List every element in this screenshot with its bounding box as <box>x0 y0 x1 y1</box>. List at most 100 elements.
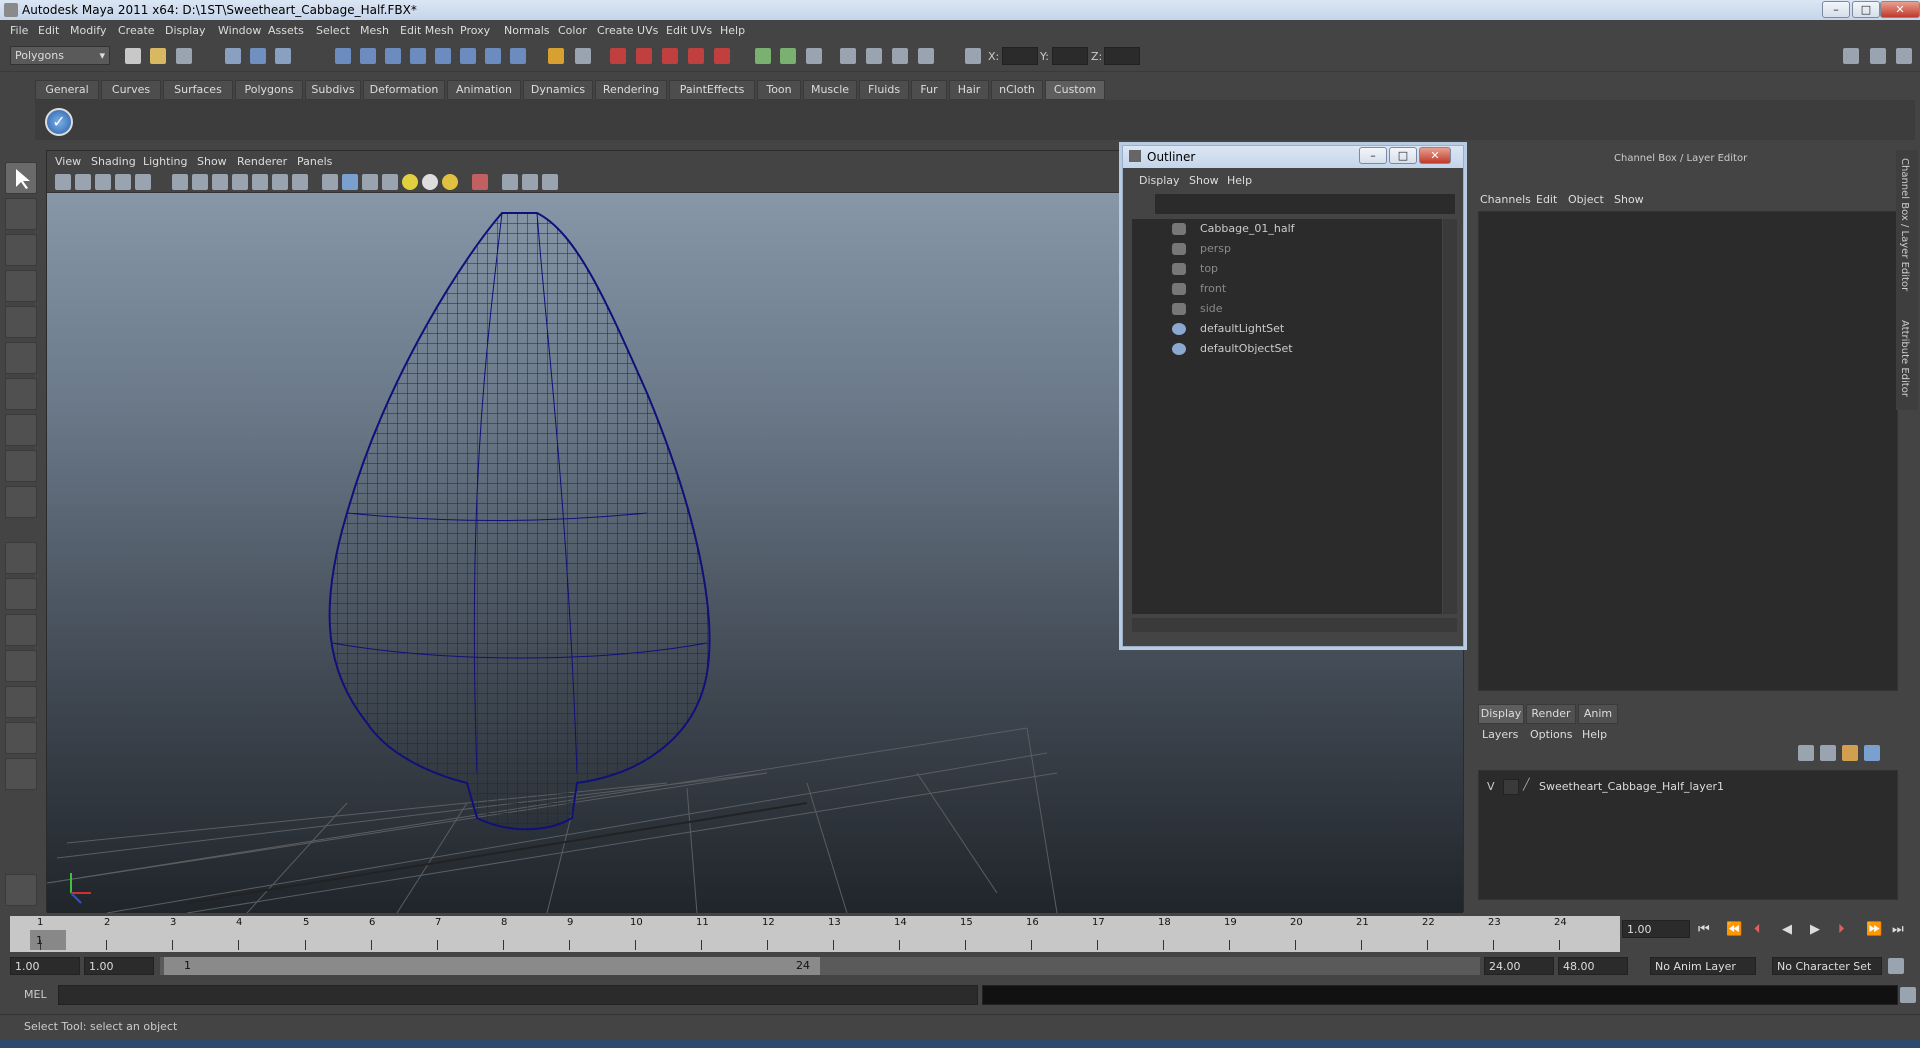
animation-start-input[interactable]: 1.00 <box>10 957 80 975</box>
layer-menu-options[interactable]: Options <box>1530 728 1572 741</box>
menu-create-uvs[interactable]: Create UVs <box>597 24 658 37</box>
menu-edit-uvs[interactable]: Edit UVs <box>666 24 712 37</box>
menu-file[interactable]: File <box>10 24 28 37</box>
mask-curves-icon[interactable] <box>385 48 401 64</box>
outliner-menu-help[interactable]: Help <box>1227 174 1252 187</box>
layer-list[interactable]: V ╱ Sweetheart_Cabbage_Half_layer1 <box>1478 770 1898 900</box>
playback-end-input[interactable]: 24.00 <box>1484 957 1554 975</box>
layer-color-swatch[interactable]: ╱ <box>1523 778 1530 791</box>
range-bar-handle[interactable]: 1 24 <box>164 957 820 975</box>
anim-layer-dropdown[interactable]: No Anim Layer <box>1650 957 1756 975</box>
mask-rendering-icon[interactable] <box>485 48 501 64</box>
move-layer-up-icon[interactable] <box>1798 745 1814 761</box>
shelf-tab-hair[interactable]: Hair <box>949 80 989 100</box>
scale-tool-icon[interactable] <box>5 342 37 374</box>
mask-joints-icon[interactable] <box>360 48 376 64</box>
render-view-icon[interactable] <box>840 48 856 64</box>
toggle-tool-settings-icon[interactable] <box>1870 48 1886 64</box>
rotate-tool-icon[interactable] <box>5 306 37 338</box>
new-layer-from-selected-icon[interactable] <box>1864 745 1880 761</box>
y-coordinate-input[interactable] <box>1052 47 1088 65</box>
viewport-menu-view[interactable]: View <box>55 155 81 168</box>
checkmark-shelf-icon[interactable]: ✓ <box>45 108 73 136</box>
snap-grid-icon[interactable] <box>610 48 626 64</box>
shelf-tab-painteffects[interactable]: PaintEffects <box>669 80 755 100</box>
snap-curve-icon[interactable] <box>636 48 652 64</box>
persp-graph-hypershade-layout-icon[interactable] <box>5 722 37 754</box>
step-back-icon[interactable]: ⏪ <box>1726 922 1742 937</box>
layer-menu-help[interactable]: Help <box>1582 728 1607 741</box>
highlight-selection-icon[interactable] <box>575 48 591 64</box>
menu-normals[interactable]: Normals <box>504 24 550 37</box>
two-d-pan-zoom-icon[interactable] <box>135 174 151 190</box>
outliner-close-button[interactable]: ✕ <box>1419 147 1451 164</box>
snap-point-icon[interactable] <box>662 48 678 64</box>
toggle-channel-box-icon[interactable] <box>1896 48 1912 64</box>
shelf-tab-fluids[interactable]: Fluids <box>859 80 909 100</box>
menu-help[interactable]: Help <box>720 24 745 37</box>
viewport-menu-panels[interactable]: Panels <box>297 155 332 168</box>
new-scene-icon[interactable] <box>125 48 141 64</box>
menu-set-dropdown[interactable]: Polygons ▾ <box>10 46 110 65</box>
viewport-menu-show[interactable]: Show <box>197 155 227 168</box>
xray-icon[interactable] <box>502 174 518 190</box>
command-input[interactable] <box>58 985 978 1005</box>
outliner-menu-display[interactable]: Display <box>1139 174 1180 187</box>
play-forwards-icon[interactable]: ▶ <box>1810 922 1820 937</box>
field-chart-icon[interactable] <box>252 174 268 190</box>
play-backwards-icon[interactable]: ◀ <box>1782 922 1792 937</box>
safe-title-icon[interactable] <box>292 174 308 190</box>
last-tool-icon[interactable] <box>5 486 37 518</box>
construction-history-icon[interactable] <box>806 48 822 64</box>
viewport-menu-shading[interactable]: Shading <box>91 155 136 168</box>
hand-tool-icon[interactable] <box>5 874 37 906</box>
shelf-tab-muscle[interactable]: Muscle <box>803 80 857 100</box>
shelf-tab-ncloth[interactable]: nCloth <box>991 80 1043 100</box>
four-view-layout-icon[interactable] <box>5 578 37 610</box>
auto-key-icon[interactable] <box>1888 958 1904 974</box>
shelf-tab-toon[interactable]: Toon <box>757 80 801 100</box>
open-scene-icon[interactable] <box>150 48 166 64</box>
render-current-icon[interactable] <box>866 48 882 64</box>
step-forward-icon[interactable]: ⏩ <box>1866 922 1882 937</box>
outliner-vertical-scrollbar[interactable] <box>1443 219 1457 614</box>
viewport-menu-lighting[interactable]: Lighting <box>143 155 187 168</box>
channel-menu-object[interactable]: Object <box>1568 193 1604 206</box>
go-to-start-icon[interactable]: ⏮ <box>1698 922 1710 937</box>
soft-modification-icon[interactable] <box>5 414 37 446</box>
snap-view-plane-icon[interactable] <box>688 48 704 64</box>
layer-row[interactable]: V ╱ Sweetheart_Cabbage_Half_layer1 <box>1483 777 1813 797</box>
minimize-button[interactable]: – <box>1822 1 1850 18</box>
paint-select-tool-icon[interactable] <box>5 234 37 266</box>
wireframe-icon[interactable] <box>322 174 338 190</box>
image-plane-icon[interactable] <box>115 174 131 190</box>
layer-tab-render[interactable]: Render <box>1526 704 1576 724</box>
ipr-render-icon[interactable] <box>892 48 908 64</box>
layer-tab-display[interactable]: Display <box>1478 704 1524 724</box>
menu-edit[interactable]: Edit <box>38 24 59 37</box>
shelf-tab-surfaces[interactable]: Surfaces <box>163 80 233 100</box>
close-button[interactable]: ✕ <box>1880 1 1920 18</box>
mask-surfaces-icon[interactable] <box>410 48 426 64</box>
shelf-tab-general[interactable]: General <box>35 80 99 100</box>
menu-select[interactable]: Select <box>316 24 350 37</box>
lasso-tool-icon[interactable] <box>5 198 37 230</box>
persp-hypershade-layout-icon[interactable] <box>5 686 37 718</box>
side-tab-channel-box[interactable]: Channel Box / Layer Editor <box>1899 158 1910 291</box>
shelf-tab-custom[interactable]: Custom <box>1045 80 1105 100</box>
move-layer-down-icon[interactable] <box>1820 745 1836 761</box>
select-hierarchy-icon[interactable] <box>225 48 241 64</box>
smooth-shade-icon[interactable] <box>342 174 358 190</box>
playback-start-input[interactable]: 1.00 <box>84 957 154 975</box>
menu-assets[interactable]: Assets <box>268 24 304 37</box>
channel-menu-channels[interactable]: Channels <box>1480 193 1531 206</box>
z-coordinate-input[interactable] <box>1104 47 1140 65</box>
shelf-tab-dynamics[interactable]: Dynamics <box>523 80 593 100</box>
universal-manipulator-icon[interactable] <box>5 378 37 410</box>
character-set-dropdown[interactable]: No Character Set <box>1772 957 1882 975</box>
output-ops-icon[interactable] <box>780 48 796 64</box>
go-to-end-icon[interactable]: ⏭ <box>1892 922 1904 937</box>
mask-misc-icon[interactable] <box>510 48 526 64</box>
menu-window[interactable]: Window <box>218 24 261 37</box>
menu-color[interactable]: Color <box>558 24 587 37</box>
